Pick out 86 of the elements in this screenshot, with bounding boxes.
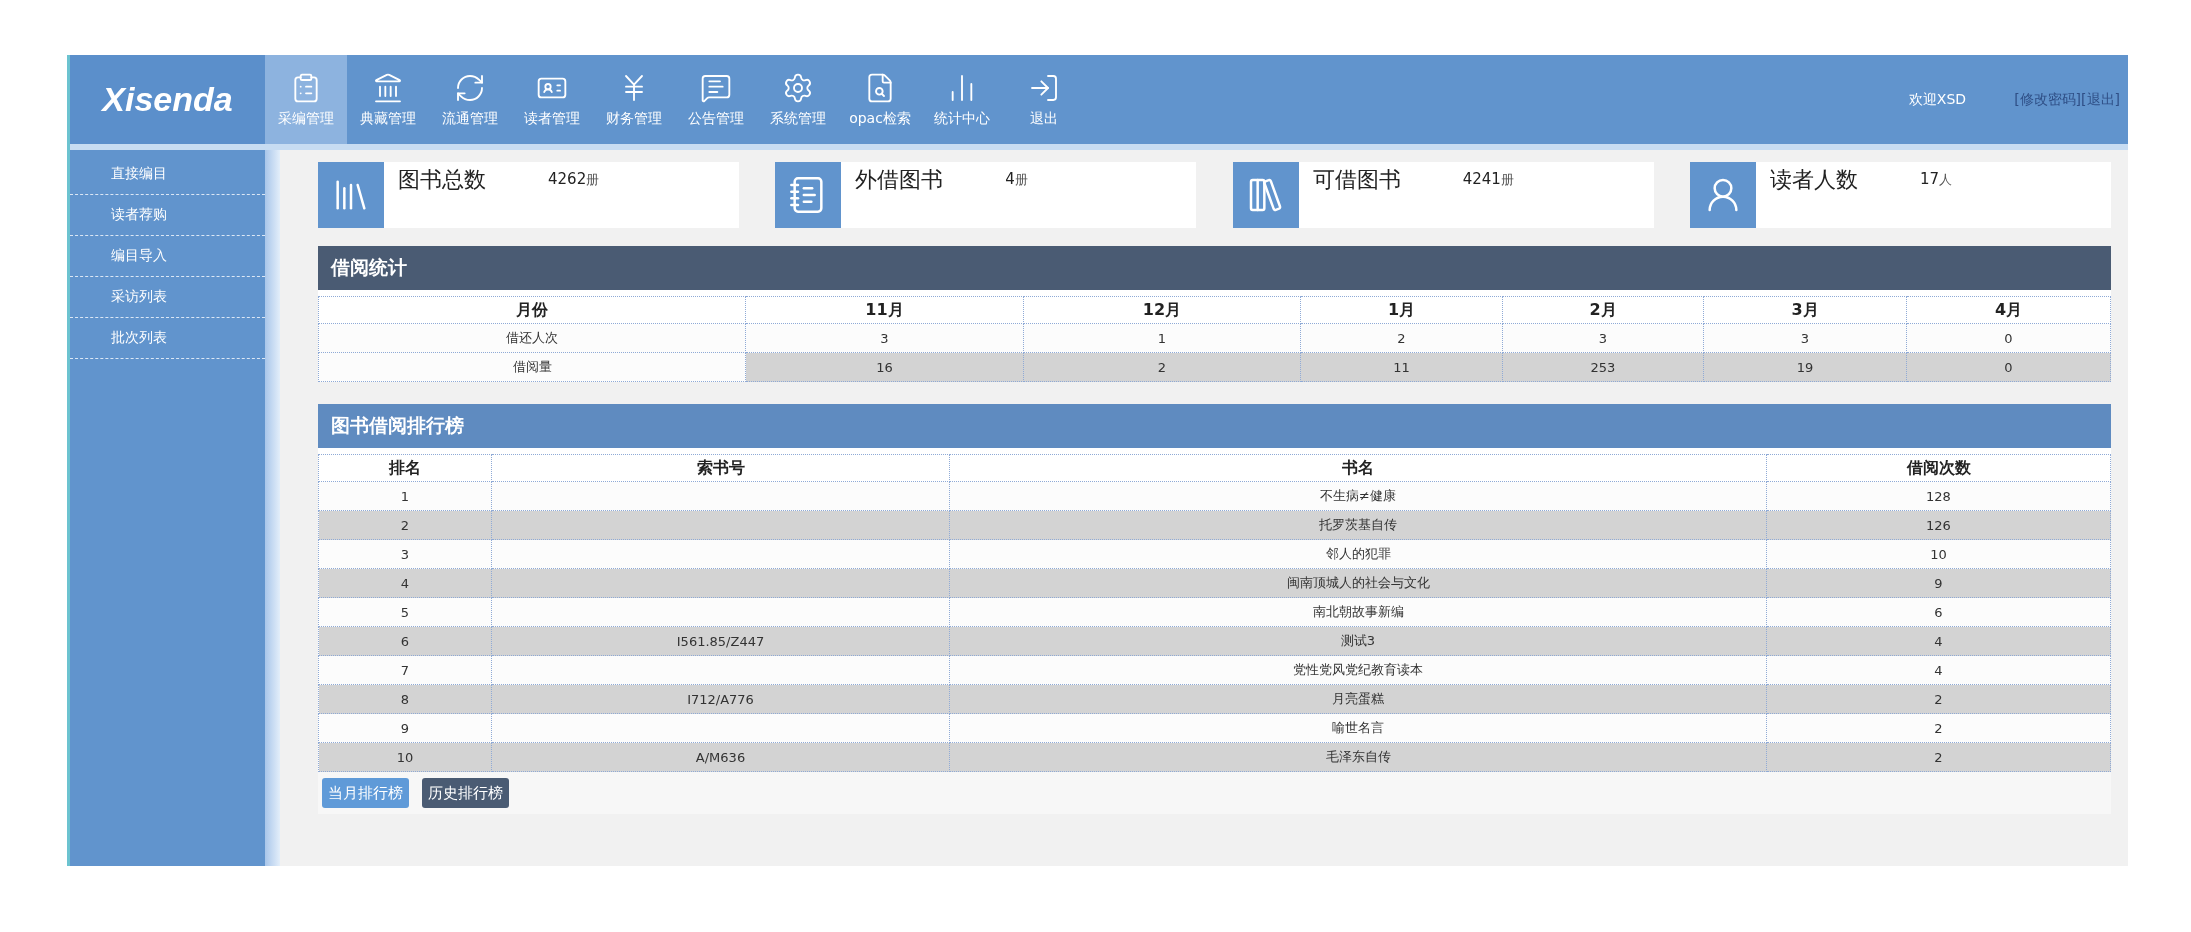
table-cell: 4 xyxy=(1766,655,2111,685)
stat-value: 17人 xyxy=(1920,170,1953,190)
ranking-tab[interactable]: 历史排行榜 xyxy=(422,778,509,808)
table-cell: 2 xyxy=(318,510,492,540)
table-cell: I561.85/Z447 xyxy=(491,626,950,656)
ranking-tab[interactable]: 当月排行榜 xyxy=(322,778,409,808)
table-cell: 253 xyxy=(1502,352,1704,382)
table-cell: 2 xyxy=(1766,684,2111,714)
stat-value: 4241册 xyxy=(1462,170,1514,190)
bank-icon xyxy=(372,71,404,104)
table-cell: 7 xyxy=(318,655,492,685)
nav-tab[interactable]: 读者管理 xyxy=(511,55,593,144)
table-cell: 借还人次 xyxy=(318,323,746,353)
column-header: 书名 xyxy=(949,454,1767,482)
nav-tab[interactable]: 系统管理 xyxy=(757,55,839,144)
table-cell: 6 xyxy=(1766,597,2111,627)
column-header: 12月 xyxy=(1023,296,1301,324)
table-cell: 0 xyxy=(1906,352,2111,382)
table-cell: 3 xyxy=(1502,323,1704,353)
table-cell: 3 xyxy=(1703,323,1907,353)
table-cell: 0 xyxy=(1906,323,2111,353)
logo: Xisenda xyxy=(70,55,265,144)
column-header: 3月 xyxy=(1703,296,1907,324)
table-cell: 党性党风党纪教育读本 xyxy=(949,655,1767,685)
table-cell: 9 xyxy=(318,713,492,743)
table-cell: 1 xyxy=(318,481,492,511)
table-cell: 10 xyxy=(318,742,492,772)
column-header: 2月 xyxy=(1502,296,1704,324)
table-cell: 闽南顶城人的社会与文化 xyxy=(949,568,1767,598)
table-cell: 托罗茨基自传 xyxy=(949,510,1767,540)
table-cell: I712/A776 xyxy=(491,684,950,714)
table-cell: 8 xyxy=(318,684,492,714)
table-cell: 5 xyxy=(318,597,492,627)
table-cell: 4 xyxy=(318,568,492,598)
table-cell: 不生病≠健康 xyxy=(949,481,1767,511)
header-link[interactable]: [退出] xyxy=(2081,90,2120,109)
column-header: 4月 xyxy=(1906,296,2111,324)
table-cell: 1 xyxy=(1023,323,1301,353)
table-cell: 借阅量 xyxy=(318,352,746,382)
table-cell: 2 xyxy=(1766,713,2111,743)
table-cell: 10 xyxy=(1766,539,2111,569)
table-cell: 128 xyxy=(1766,481,2111,511)
table-cell: 9 xyxy=(1766,568,2111,598)
nav-tab[interactable]: 退出 xyxy=(1003,55,1085,144)
table-cell: 2 xyxy=(1300,323,1503,353)
table-cell: 3 xyxy=(318,539,492,569)
table-cell: 南北朝故事新编 xyxy=(949,597,1767,627)
table-cell: 126 xyxy=(1766,510,2111,540)
table-cell: 3 xyxy=(745,323,1024,353)
table-cell: A/M636 xyxy=(491,742,950,772)
nav-tab[interactable]: 统计中心 xyxy=(921,55,1003,144)
stat-label: 读者人数 xyxy=(1770,166,1859,194)
nav-tab[interactable]: 典藏管理 xyxy=(347,55,429,144)
table-cell: 毛泽东自传 xyxy=(949,742,1767,772)
column-header: 索书号 xyxy=(491,454,950,482)
stat-label: 外借图书 xyxy=(855,166,945,194)
table-cell: 邻人的犯罪 xyxy=(949,539,1767,569)
table-cell: 2 xyxy=(1023,352,1301,382)
table-cell: 4 xyxy=(1766,626,2111,656)
table-cell: 19 xyxy=(1703,352,1907,382)
section-title: 借阅统计 xyxy=(318,246,2111,290)
nav-tab[interactable]: 公告管理 xyxy=(675,55,757,144)
table-cell: 11 xyxy=(1300,352,1503,382)
table-cell: 喻世名言 xyxy=(949,713,1767,743)
nav-tab[interactable]: 采编管理 xyxy=(265,55,347,144)
settings-icon xyxy=(782,71,814,104)
stat-value: 4册 xyxy=(1005,170,1028,190)
column-header: 11月 xyxy=(745,296,1024,324)
table-cell: 月亮蛋糕 xyxy=(949,684,1767,714)
column-header: 排名 xyxy=(318,454,492,482)
column-header: 借阅次数 xyxy=(1766,454,2111,482)
table-cell: 16 xyxy=(745,352,1024,382)
column-header: 月份 xyxy=(318,296,746,324)
column-header: 1月 xyxy=(1300,296,1503,324)
table-cell: 2 xyxy=(1766,742,2111,772)
section-title: 图书借阅排行榜 xyxy=(318,404,2111,448)
nav-tab[interactable]: opac检索 xyxy=(839,55,921,144)
nav-tab[interactable]: 财务管理 xyxy=(593,55,675,144)
header-link[interactable]: [修改密码] xyxy=(2014,90,2082,109)
stat-value: 4262册 xyxy=(548,170,600,190)
welcome-text: 欢迎XSD xyxy=(1908,90,1967,109)
stat-label: 图书总数 xyxy=(398,166,487,194)
nav-tab[interactable]: 流通管理 xyxy=(429,55,511,144)
table-cell: 6 xyxy=(318,626,492,656)
table-cell: 测试3 xyxy=(949,626,1767,656)
stat-label: 可借图书 xyxy=(1312,166,1402,194)
